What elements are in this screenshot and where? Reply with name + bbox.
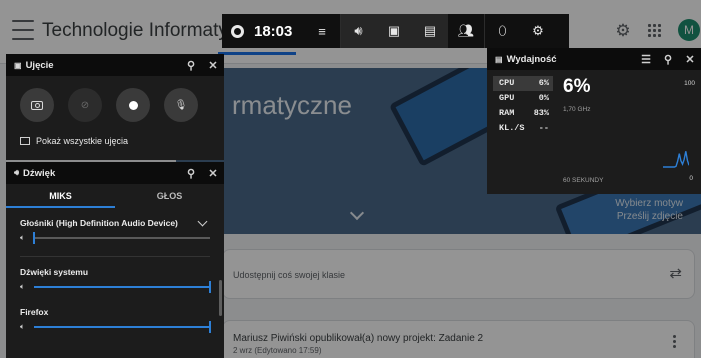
cpu-usage-line (663, 151, 689, 168)
metric-value: 83% (533, 108, 549, 118)
metric-value: 6% (538, 78, 549, 88)
tab-mix[interactable]: MIKS (6, 184, 115, 208)
metrics-list: CPU 6% GPU 0% RAM 83% KL./S -- (493, 76, 553, 136)
cpu-usage-graph (663, 151, 689, 168)
gallery-icon (20, 137, 30, 145)
metric-fps[interactable]: KL./S -- (493, 121, 553, 136)
graph-min-label: 0 (689, 175, 693, 182)
chevron-down-icon (197, 216, 208, 226)
options-icon[interactable]: ☰ (635, 53, 657, 66)
show-all-captures-label: Pokaż wszystkie ujęcia (36, 136, 129, 146)
device-volume-slider[interactable] (33, 232, 210, 244)
screenshot-button[interactable] (20, 88, 54, 122)
metric-value: 0% (538, 93, 549, 103)
firefox-volume-slider[interactable] (34, 321, 211, 333)
cpu-usage-readout: 6% (563, 76, 591, 97)
graph-window-label: 60 SEKUNDY (563, 177, 604, 184)
microphone-toggle-button[interactable]: 🎙︎ (164, 88, 198, 122)
capture-icon: ▣ (14, 60, 22, 70)
graph-max-label: 100 (684, 80, 695, 87)
record-last-button: ⊘ (68, 88, 102, 122)
app-name-system-sounds: Dźwięki systemu (20, 267, 89, 277)
gamebar-clock: 18:03 (254, 22, 293, 40)
mouse-icon[interactable]: ⬯ (484, 14, 520, 48)
audio-panel-title: Dźwięk (23, 167, 56, 179)
close-icon[interactable]: ✕ (202, 167, 224, 180)
output-device-label: Głośniki (High Definition Audio Device) (20, 218, 178, 228)
gamebar-top-bar: 18:03 ≡ 🔊︎ ▣ ▤ 👥︎ ⬯ ⚙ (222, 14, 569, 48)
metric-label: CPU (499, 78, 515, 88)
show-all-captures-link[interactable]: Pokaż wszystkie ujęcia (20, 136, 224, 146)
pin-icon[interactable]: ⚲ (180, 167, 202, 180)
pin-icon[interactable]: ⚲ (657, 53, 679, 66)
slider-fill (34, 286, 210, 288)
performance-panel-title: Wydajność (506, 53, 557, 65)
app-name-firefox: Firefox (20, 307, 49, 317)
audio-icon[interactable]: 🔊︎ (340, 14, 376, 48)
metric-label: KL./S (499, 123, 525, 133)
audio-panel-header[interactable]: 🔊︎ Dźwięk ⚲ ✕ (6, 162, 224, 184)
metric-ram[interactable]: RAM 83% (493, 106, 553, 121)
speaker-icon: 🔊︎ (14, 168, 20, 177)
output-device-dropdown[interactable]: Głośniki (High Definition Audio Device) (6, 208, 224, 228)
slider-thumb[interactable] (209, 321, 211, 333)
metric-label: RAM (499, 108, 515, 118)
slider-thumb[interactable] (33, 232, 35, 244)
pin-icon[interactable]: ⚲ (180, 59, 202, 72)
slider-thumb[interactable] (209, 281, 211, 293)
close-icon[interactable]: ✕ (679, 53, 701, 66)
metric-cpu[interactable]: CPU 6% (493, 76, 553, 91)
system-sounds-volume-slider[interactable] (34, 281, 211, 293)
camera-icon (31, 100, 43, 110)
slider-fill (34, 326, 210, 328)
capture-icon[interactable]: ▣ (376, 14, 412, 48)
record-icon (128, 100, 138, 110)
cpu-frequency: 1,70 GHz (563, 106, 591, 113)
speaker-icon[interactable]: 🔈︎ (20, 322, 34, 332)
metric-gpu[interactable]: GPU 0% (493, 91, 553, 106)
metric-value: -- (538, 123, 549, 133)
performance-icon: ▤ (495, 54, 503, 64)
speaker-icon[interactable]: 🔈︎ (20, 282, 34, 292)
scrollbar[interactable] (219, 280, 222, 316)
capture-panel-title: Ujęcie (25, 59, 54, 71)
tab-voice[interactable]: GŁOS (115, 184, 224, 208)
metric-label: GPU (499, 93, 515, 103)
close-icon[interactable]: ✕ (202, 59, 224, 72)
capture-panel-header[interactable]: ▣ Ujęcie ⚲ ✕ (6, 54, 224, 76)
xbox-icon[interactable] (222, 14, 252, 48)
performance-panel: ▤ Wydajność ☰ ⚲ ✕ CPU 6% GPU 0% RAM 83% … (487, 48, 701, 194)
audio-panel: 🔊︎ Dźwięk ⚲ ✕ MIKS GŁOS Głośniki (High D… (6, 162, 224, 358)
settings-icon[interactable]: ⚙ (520, 14, 556, 48)
performance-panel-header[interactable]: ▤ Wydajność ☰ ⚲ ✕ (487, 48, 701, 70)
performance-icon[interactable]: ▤ (412, 14, 448, 48)
widget-menu-icon[interactable]: ≡ (304, 14, 340, 48)
speaker-icon[interactable]: 🔈︎ (20, 233, 34, 243)
social-icon[interactable]: 👥︎ (448, 14, 484, 48)
capture-panel: ▣ Ujęcie ⚲ ✕ ⊘ 🎙︎ Pokaż wszystkie ujęcia (6, 54, 224, 160)
start-recording-button[interactable] (116, 88, 150, 122)
